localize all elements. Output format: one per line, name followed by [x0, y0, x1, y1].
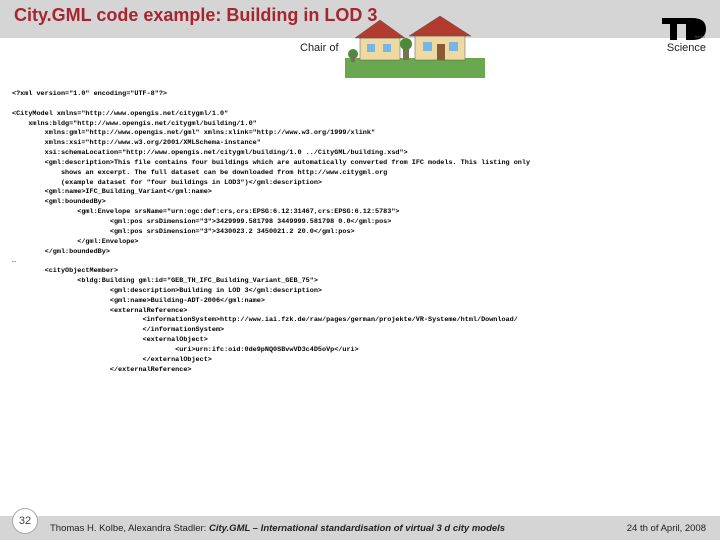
- footer-bar: Thomas H. Kolbe, Alexandra Stadler: City…: [0, 516, 720, 540]
- code-fragment: </gml:boundedBy>: [28, 248, 110, 256]
- code-line: …: [12, 257, 16, 265]
- code-fragment: <externalReference>: [61, 307, 187, 315]
- code-line: (example dataset for "four buildings in …: [12, 179, 322, 187]
- code-fragment: xsi:schemaLocation="http://www.opengis.n…: [28, 149, 407, 157]
- code-line: <gml:pos srsDimension="3">3430023.2 3450…: [12, 228, 355, 236]
- code-line: xmlns:bldg="http://www.opengis.net/cityg…: [12, 120, 257, 128]
- code-line: </externalReference>: [12, 366, 191, 374]
- svg-text:berlin: berlin: [695, 34, 705, 39]
- code-line: <cityObjectMember>: [12, 267, 118, 275]
- code-line: <CityModel xmlns="http://www.opengis.net…: [12, 110, 228, 118]
- house-illustration: [345, 8, 485, 78]
- code-fragment: xmlns:xsi="http://www.w3.org/2001/XMLSch…: [28, 139, 261, 147]
- code-line: <gml:name>Building-ADT-2006</gml:name>: [12, 297, 265, 305]
- code-fragment: <gml:description>Building in LOD 3</gml:…: [61, 287, 322, 295]
- code-line: </gml:boundedBy>: [12, 248, 110, 256]
- code-line: xmlns:xsi="http://www.w3.org/2001/XMLSch…: [12, 139, 261, 147]
- code-fragment: <gml:pos srsDimension="3">3430023.2 3450…: [61, 228, 355, 236]
- code-fragment: <gml:Envelope srsName="urn:ogc:def:crs,c…: [45, 208, 400, 216]
- code-fragment: xmlns:gml="http://www.opengis.net/gml" x…: [28, 129, 375, 137]
- subtitle-right: Science: [667, 42, 706, 54]
- code-line: <informationSystem>http://www.iai.fzk.de…: [12, 316, 518, 324]
- code-line: <gml:pos srsDimension="3">3429999.581798…: [12, 218, 391, 226]
- footer-title: City.GML – International standardisation…: [209, 523, 505, 534]
- code-line: </informationSystem>: [12, 326, 224, 334]
- code-fragment: </gml:Envelope>: [45, 238, 139, 246]
- code-fragment: </externalObject>: [77, 356, 212, 364]
- code-fragment: <gml:boundedBy>: [28, 198, 106, 206]
- code-fragment: shows an excerpt. The full dataset can b…: [28, 169, 387, 177]
- code-line: xsi:schemaLocation="http://www.opengis.n…: [12, 149, 408, 157]
- footer-authors: Thomas H. Kolbe, Alexandra Stadler:: [50, 523, 206, 534]
- code-fragment: <gml:name>Building-ADT-2006</gml:name>: [61, 297, 265, 305]
- code-fragment: <gml:pos srsDimension="3">3429999.581798…: [61, 218, 391, 226]
- code-line: </gml:Envelope>: [12, 238, 138, 246]
- code-line: <externalObject>: [12, 336, 208, 344]
- footer-date: 24 th of April, 2008: [627, 523, 706, 534]
- code-content: <?xml version="1.0" encoding="UTF-8"?> <…: [12, 90, 708, 506]
- code-line: shows an excerpt. The full dataset can b…: [12, 169, 387, 177]
- code-line: <?xml version="1.0" encoding="UTF-8"?>: [12, 90, 167, 98]
- code-line: <externalReference>: [12, 307, 187, 315]
- code-line: <gml:name>IFC_Building_Variant</gml:name…: [12, 188, 212, 196]
- code-fragment: <externalObject>: [77, 336, 208, 344]
- code-fragment: <bldg:Building gml:id="GEB_TH_IFC_Buildi…: [45, 277, 318, 285]
- code-line: <gml:Envelope srsName="urn:ogc:def:crs,c…: [12, 208, 400, 216]
- code-fragment: (example dataset for "four buildings in …: [28, 179, 322, 187]
- xml-listing: <?xml version="1.0" encoding="UTF-8"?> <…: [12, 90, 708, 375]
- code-line: <gml:description>This file contains four…: [12, 159, 530, 167]
- code-line: </externalObject>: [12, 356, 212, 364]
- code-fragment: <cityObjectMember>: [28, 267, 118, 275]
- code-fragment: <informationSystem>http://www.iai.fzk.de…: [77, 316, 518, 324]
- code-fragment: </externalReference>: [61, 366, 192, 374]
- code-line: <gml:description>Building in LOD 3</gml:…: [12, 287, 322, 295]
- page-number: 32: [12, 508, 38, 534]
- subtitle-left: Chair of: [300, 42, 339, 54]
- logo-icon: berlin: [660, 14, 708, 42]
- code-line: <bldg:Building gml:id="GEB_TH_IFC_Buildi…: [12, 277, 318, 285]
- code-fragment: </informationSystem>: [77, 326, 224, 334]
- code-fragment: <uri>urn:ifc:oid:0de9pNQ0SBvwVD3c4D5oVp<…: [94, 346, 359, 354]
- footer-left: Thomas H. Kolbe, Alexandra Stadler: City…: [50, 523, 627, 534]
- code-fragment: <gml:description>This file contains four…: [28, 159, 530, 167]
- code-line: xmlns:gml="http://www.opengis.net/gml" x…: [12, 129, 375, 137]
- code-line: <gml:boundedBy>: [12, 198, 106, 206]
- code-fragment: <gml:name>IFC_Building_Variant</gml:name…: [28, 188, 212, 196]
- footer-talk-title: City.GML – International standardisation…: [209, 523, 505, 534]
- code-line: <uri>urn:ifc:oid:0de9pNQ0SBvwVD3c4D5oVp<…: [12, 346, 359, 354]
